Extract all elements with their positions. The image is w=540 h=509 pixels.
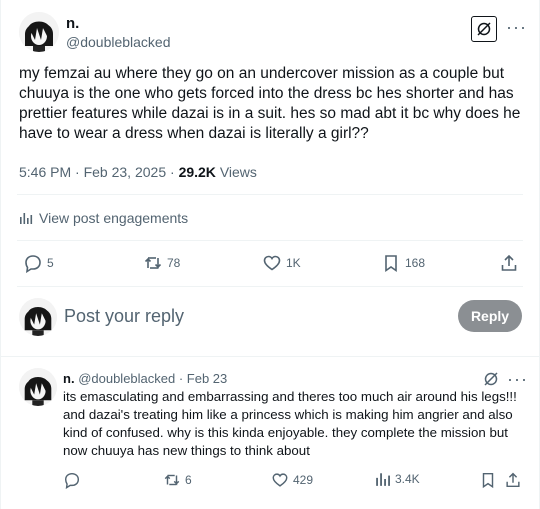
post-date[interactable]: Feb 23, 2025 xyxy=(84,164,167,180)
reply-button[interactable]: 5 xyxy=(23,253,54,273)
reply-like-count: 429 xyxy=(293,473,314,487)
divider xyxy=(17,286,523,287)
post-time[interactable]: 5:46 PM xyxy=(19,164,71,180)
like-icon xyxy=(272,473,288,487)
reply-share-button[interactable] xyxy=(504,471,522,489)
reply-actions: 6 429 3.4K xyxy=(63,471,522,491)
reply-views-button[interactable]: 3.4K xyxy=(375,471,420,487)
bookmark-button[interactable]: 168 xyxy=(381,253,425,273)
repost-button[interactable]: 78 xyxy=(143,253,180,273)
views-label: Views xyxy=(219,164,257,180)
share-icon xyxy=(501,254,517,271)
reply-icon xyxy=(25,255,41,273)
reply-author-handle[interactable]: @doubleblacked xyxy=(78,371,175,386)
reply-more-icon[interactable]: ··· xyxy=(507,370,528,388)
reply-repost-count: 6 xyxy=(185,473,192,487)
bookmark-icon xyxy=(385,255,397,273)
divider xyxy=(17,240,523,241)
post-meta: 5:46 PM · Feb 23, 2025 · 29.2K Views xyxy=(19,164,257,180)
reply-header: n. @doubleblacked · Feb 23 xyxy=(63,371,228,386)
share-button[interactable] xyxy=(499,253,519,273)
reply-views-count: 3.4K xyxy=(395,472,420,486)
bookmark-count: 168 xyxy=(405,256,426,270)
like-count: 1K xyxy=(286,256,301,270)
author-handle[interactable]: @doubleblacked xyxy=(66,34,171,50)
reply-text: its emasculating and embarrassing and th… xyxy=(63,389,517,458)
post-detail: n. @doubleblacked ··· my femzai au where… xyxy=(0,0,540,509)
reply-bookmark-button[interactable] xyxy=(479,471,497,489)
reply-author-avatar[interactable] xyxy=(19,368,57,406)
more-icon[interactable]: ··· xyxy=(506,18,527,36)
analytics-icon xyxy=(376,473,390,486)
grok-icon[interactable] xyxy=(471,16,497,42)
reply-author-name[interactable]: n. xyxy=(63,371,75,386)
reply-date[interactable]: Feb 23 xyxy=(187,371,227,386)
reply-input[interactable]: Post your reply xyxy=(64,306,184,327)
share-icon xyxy=(506,472,520,488)
repost-icon xyxy=(144,257,162,269)
reply-reply-button[interactable] xyxy=(63,471,85,489)
divider xyxy=(17,194,523,195)
user-avatar[interactable] xyxy=(19,298,57,336)
post-text: my femzai au where they go on an underco… xyxy=(19,65,521,142)
view-engagements-link[interactable]: View post engagements xyxy=(19,210,188,226)
reply-icon xyxy=(64,472,80,489)
repost-count: 78 xyxy=(167,256,181,270)
post-actions: 5 78 1K 168 xyxy=(21,253,521,275)
reply-repost-button[interactable]: 6 xyxy=(163,471,192,489)
reply-composer: Post your reply Reply xyxy=(19,296,524,336)
engagements-label: View post engagements xyxy=(39,210,189,226)
reply-count: 5 xyxy=(47,256,54,270)
reply-submit-button[interactable]: Reply xyxy=(458,300,522,332)
like-icon xyxy=(263,255,281,271)
divider xyxy=(1,356,539,357)
reply-like-button[interactable]: 429 xyxy=(271,471,313,489)
view-count: 29.2K xyxy=(178,164,216,180)
author-avatar[interactable] xyxy=(19,12,59,52)
analytics-icon xyxy=(20,213,33,224)
author-name[interactable]: n. xyxy=(66,15,79,32)
like-button[interactable]: 1K xyxy=(262,253,301,273)
bookmark-icon xyxy=(482,472,494,489)
repost-icon xyxy=(164,474,180,486)
